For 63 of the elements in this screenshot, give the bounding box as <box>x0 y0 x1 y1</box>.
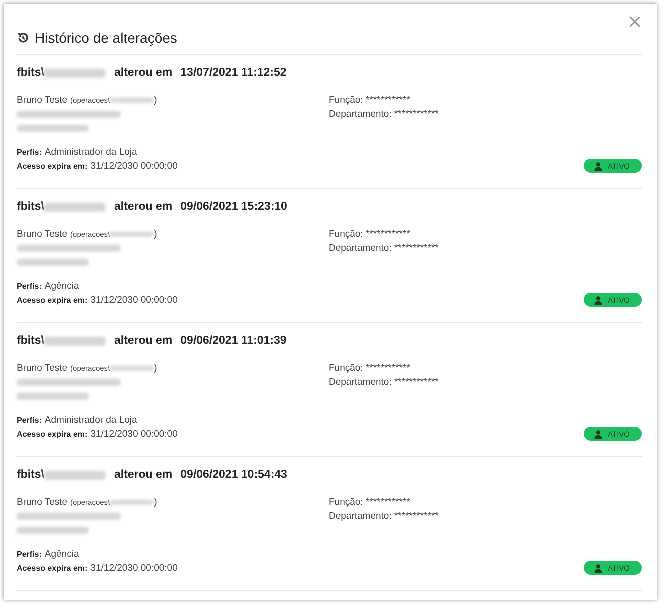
user-icon <box>594 296 604 304</box>
blurred-text <box>17 526 89 534</box>
action-text: alterou em <box>114 335 173 347</box>
user-icon <box>594 564 604 572</box>
blurred-text <box>110 500 154 504</box>
change-timestamp: 09/06/2021 10:54:43 <box>180 469 288 481</box>
expires-label: Acesso expira em: <box>17 564 88 572</box>
profiles-label: Perfis: <box>17 416 42 424</box>
expires-value: 31/12/2030 00:00:00 <box>90 428 178 440</box>
close-button[interactable]: × <box>627 12 643 32</box>
blurred-text <box>110 98 154 102</box>
expires-value: 31/12/2030 00:00:00 <box>90 160 178 172</box>
profiles-label: Perfis: <box>17 282 42 290</box>
blurred-text <box>44 336 106 346</box>
change-timestamp: 09/06/2021 15:23:10 <box>180 201 288 213</box>
blurred-text <box>110 366 154 370</box>
user-prefix: fbits\ <box>17 335 44 347</box>
blurred-text <box>44 68 106 78</box>
profiles-value: Agência <box>44 280 80 292</box>
action-text: alterou em <box>114 201 173 213</box>
login-suffix: ) <box>154 496 158 508</box>
profiles-label: Perfis: <box>17 550 42 558</box>
department-text: Departamento: ************ <box>329 242 439 254</box>
profiles-value: Agência <box>44 548 80 560</box>
login-suffix: ) <box>154 362 158 374</box>
expires-value: 31/12/2030 00:00:00 <box>90 562 178 574</box>
expires-label: Acesso expira em: <box>17 162 88 170</box>
action-text: alterou em <box>114 469 173 481</box>
history-icon <box>17 32 29 44</box>
profiles-value: Administrador da Loja <box>44 146 138 158</box>
blurred-text <box>110 232 154 236</box>
expires-label: Acesso expira em: <box>17 296 88 304</box>
action-text: alterou em <box>114 67 173 79</box>
change-timestamp: 13/07/2021 11:12:52 <box>180 67 287 79</box>
profiles-value: Administrador da Loja <box>44 414 138 426</box>
dialog-title: Histórico de alterações <box>35 30 178 46</box>
login-suffix: ) <box>154 228 158 240</box>
department-text: Departamento: ************ <box>329 376 439 388</box>
profiles-label: Perfis: <box>17 148 42 156</box>
user-name: Bruno Teste <box>17 228 68 240</box>
user-prefix: fbits\ <box>17 67 44 79</box>
user-name: Bruno Teste <box>17 362 68 374</box>
user-icon <box>594 162 604 170</box>
blurred-text <box>17 258 89 266</box>
expires-value: 31/12/2030 00:00:00 <box>90 294 178 306</box>
role-text: Função: ************ <box>329 496 410 508</box>
blurred-text <box>44 470 106 480</box>
change-timestamp: 09/06/2021 11:01:39 <box>180 335 287 347</box>
role-text: Função: ************ <box>329 362 410 374</box>
user-name: Bruno Teste <box>17 94 68 106</box>
role-text: Função: ************ <box>329 94 410 106</box>
blurred-text <box>44 202 106 212</box>
expires-label: Acesso expira em: <box>17 430 88 438</box>
user-name: Bruno Teste <box>17 496 68 508</box>
department-text: Departamento: ************ <box>329 510 439 522</box>
blurred-text <box>17 392 89 400</box>
login-suffix: ) <box>154 94 158 106</box>
user-icon <box>594 430 604 438</box>
department-text: Departamento: ************ <box>329 108 439 120</box>
user-prefix: fbits\ <box>17 201 44 213</box>
user-prefix: fbits\ <box>17 469 44 481</box>
blurred-text <box>17 124 89 132</box>
role-text: Função: ************ <box>329 228 410 240</box>
